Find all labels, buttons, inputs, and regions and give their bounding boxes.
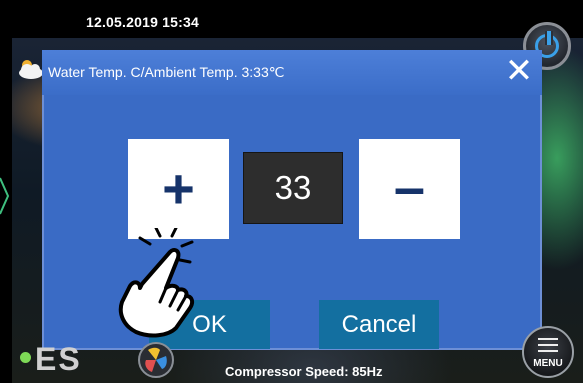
temperature-value: 33 <box>243 152 343 224</box>
dialog-title: Water Temp. C/Ambient Temp. 3:33℃ <box>48 64 285 80</box>
close-button[interactable]: ✕ <box>501 53 537 89</box>
cancel-button[interactable]: Cancel <box>319 300 439 349</box>
menu-label: MENU <box>533 358 563 369</box>
menu-button[interactable]: MENU <box>522 326 574 378</box>
left-arrow-icon[interactable] <box>0 176 10 216</box>
dialog-titlebar: Water Temp. C/Ambient Temp. 3:33℃ ✕ <box>42 50 542 95</box>
fan-icon <box>138 342 174 378</box>
screen: 12.05.2019 15:34 Water Temp. C/Ambient T… <box>0 0 583 383</box>
temperature-dialog: Water Temp. C/Ambient Temp. 3:33℃ ✕ + 33… <box>42 50 542 350</box>
close-icon: ✕ <box>504 51 534 91</box>
hand-pointer-icon <box>118 228 195 338</box>
compressor-speed: Compressor Speed: 85Hz <box>225 364 383 379</box>
decrease-button[interactable]: – <box>359 139 460 239</box>
datetime-display: 12.05.2019 15:34 <box>86 14 199 30</box>
minus-icon: – <box>393 155 426 218</box>
brand-logo: ES <box>35 341 82 377</box>
menu-icon <box>538 338 558 352</box>
increase-button[interactable]: + <box>128 139 229 239</box>
plus-icon: + <box>162 157 195 220</box>
status-indicator <box>20 352 31 363</box>
